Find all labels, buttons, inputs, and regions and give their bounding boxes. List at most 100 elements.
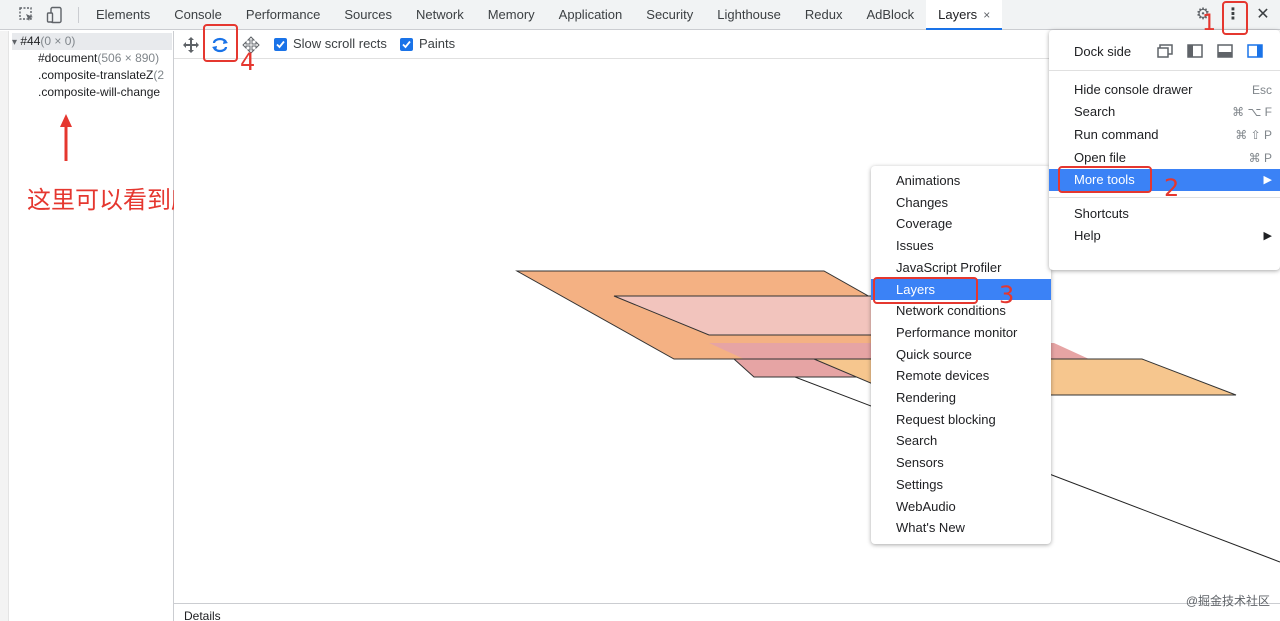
tab-application[interactable]: Application	[547, 0, 635, 30]
toolbar-divider	[78, 7, 79, 23]
menu-item-label: Changes	[896, 194, 949, 210]
tab-label: AdBlock	[866, 7, 915, 22]
layer-tree-item[interactable]: .composite-will-change	[38, 84, 172, 101]
menu-item-label: Search	[1074, 104, 1116, 119]
tab-elements[interactable]: Elements	[84, 0, 162, 30]
tab-performance[interactable]: Performance	[234, 0, 332, 30]
menu-item-label: Run command	[1074, 127, 1159, 142]
undock-icon[interactable]	[1157, 44, 1173, 61]
tab-memory[interactable]: Memory	[476, 0, 547, 30]
watermark-text: @掘金技术社区	[1185, 594, 1270, 608]
tab-label: Performance	[245, 7, 321, 22]
details-pane: Details	[174, 603, 1280, 621]
tab-label: Redux	[804, 7, 843, 22]
tab-network[interactable]: Network	[404, 0, 476, 30]
tab-adblock[interactable]: AdBlock	[854, 0, 926, 30]
more-tools-item-javascript-profiler[interactable]: JavaScript Profiler	[871, 257, 1051, 278]
more-tools-item-what-s-new[interactable]: What's New	[871, 517, 1051, 538]
menu-item-label: Performance monitor	[896, 324, 1018, 340]
menu-separator	[1049, 70, 1280, 71]
menu-item-shortcut: ⌘ ⌥ F	[1232, 105, 1272, 119]
tree-scrollbar[interactable]	[0, 31, 9, 621]
more-tools-item-coverage[interactable]: Coverage	[871, 213, 1051, 234]
tab-sources[interactable]: Sources	[332, 0, 404, 30]
dock-bottom-icon[interactable]	[1217, 44, 1233, 61]
more-tools-item-request-blocking[interactable]: Request blocking	[871, 409, 1051, 430]
tab-redux[interactable]: Redux	[793, 0, 855, 30]
more-tools-item-issues[interactable]: Issues	[871, 235, 1051, 256]
slow-scroll-rects-label[interactable]: Slow scroll rects	[293, 36, 387, 51]
menu-item-run-command[interactable]: Run command ⌘ ⇧ P	[1049, 124, 1280, 146]
step4-highlight-box	[203, 24, 238, 62]
more-tools-item-sensors[interactable]: Sensors	[871, 452, 1051, 473]
dock-side-label: Dock side	[1074, 44, 1132, 59]
more-tools-item-performance-monitor[interactable]: Performance monitor	[871, 322, 1051, 343]
menu-item-shortcut: Esc	[1251, 83, 1272, 97]
tab-label: Security	[646, 7, 694, 22]
layer-tree-item[interactable]: #document(506 × 890)	[38, 50, 172, 67]
menu-item-label: Hide console drawer	[1074, 82, 1193, 97]
step1-highlight-box	[1222, 1, 1248, 35]
menu-item-search[interactable]: Search ⌘ ⌥ F	[1049, 101, 1280, 123]
menu-item-help[interactable]: Help ▶	[1049, 225, 1280, 247]
menu-item-label: Issues	[896, 238, 934, 254]
menu-item-label: Animations	[896, 173, 961, 188]
more-tools-item-animations[interactable]: Animations	[871, 170, 1051, 191]
menu-item-label: What's New	[896, 520, 965, 536]
step1-number: 1	[1202, 11, 1216, 36]
layer-tree-item[interactable]: .composite-translateZ(2	[38, 67, 172, 84]
menu-item-label: Request blocking	[896, 411, 996, 427]
more-tools-item-rendering[interactable]: Rendering	[871, 387, 1051, 408]
more-tools-item-quick-source[interactable]: Quick source	[871, 344, 1051, 365]
menu-item-label: Remote devices	[896, 368, 990, 384]
more-tools-item-changes[interactable]: Changes	[871, 192, 1051, 213]
dock-right-icon[interactable]	[1247, 44, 1263, 61]
step2-number: 2	[1164, 174, 1180, 202]
step4-number: 4	[240, 48, 256, 76]
layer-size: (2	[153, 68, 165, 82]
devtools-window: Elements Console Performance Sources Network…	[0, 0, 1280, 621]
layer-tree-panel: ▾ #44(0 × 0) #document(506 × 890) .compo…	[0, 31, 174, 621]
menu-item-label: Rendering	[896, 390, 956, 405]
close-devtools-icon[interactable]: ✕	[1252, 0, 1274, 30]
step3-number: 3	[999, 281, 1015, 309]
dock-left-icon[interactable]	[1187, 44, 1203, 61]
paints-checkbox[interactable]	[400, 38, 413, 51]
menu-item-label: Shortcuts	[1074, 206, 1129, 221]
paints-label[interactable]: Paints	[419, 36, 455, 51]
menu-item-shortcuts[interactable]: Shortcuts	[1049, 203, 1280, 225]
tab-label: Console	[174, 7, 222, 22]
close-tab-icon[interactable]: ×	[983, 8, 990, 22]
layer-size: (0 × 0)	[40, 34, 76, 48]
submenu-arrow-icon: ▶	[1263, 230, 1272, 242]
tab-label: Memory	[487, 7, 535, 22]
layer-name: #document	[38, 51, 98, 65]
tab-label: Sources	[344, 7, 393, 22]
menu-item-shortcut: ⌘ P	[1248, 151, 1272, 165]
layer-size: (506 × 890)	[97, 51, 160, 65]
slow-scroll-rects-checkbox[interactable]	[274, 38, 287, 51]
tab-layers[interactable]: Layers ×	[926, 0, 1003, 30]
tab-label: Lighthouse	[717, 7, 781, 22]
tab-label: Layers	[938, 7, 978, 22]
menu-item-label: Open file	[1074, 150, 1127, 165]
more-tools-item-remote-devices[interactable]: Remote devices	[871, 365, 1051, 386]
inspect-element-icon[interactable]	[18, 6, 36, 24]
tab-lighthouse[interactable]: Lighthouse	[705, 0, 793, 30]
menu-item-label: Search	[896, 433, 938, 449]
more-tools-item-settings[interactable]: Settings	[871, 474, 1051, 495]
expand-arrow-icon[interactable]: ▾	[12, 37, 17, 48]
menu-item-label: WebAudio	[896, 498, 956, 514]
tab-security[interactable]: Security	[634, 0, 705, 30]
pan-mode-icon[interactable]	[182, 36, 200, 54]
layer-tree-root[interactable]: ▾ #44(0 × 0)	[12, 33, 172, 50]
menu-item-label: Sensors	[896, 455, 944, 471]
menu-item-label: Coverage	[896, 216, 953, 232]
menu-item-hide-console-drawer[interactable]: Hide console drawer Esc	[1049, 79, 1280, 101]
more-tools-item-webaudio[interactable]: WebAudio	[871, 496, 1051, 517]
menu-item-label: Network conditions	[896, 303, 1006, 319]
device-toolbar-icon[interactable]	[46, 6, 64, 24]
more-tools-item-search[interactable]: Search	[871, 430, 1051, 451]
more-tools-submenu: Animations Changes Coverage Issues JavaScrip…	[871, 166, 1051, 544]
tab-label: Network	[416, 7, 464, 22]
